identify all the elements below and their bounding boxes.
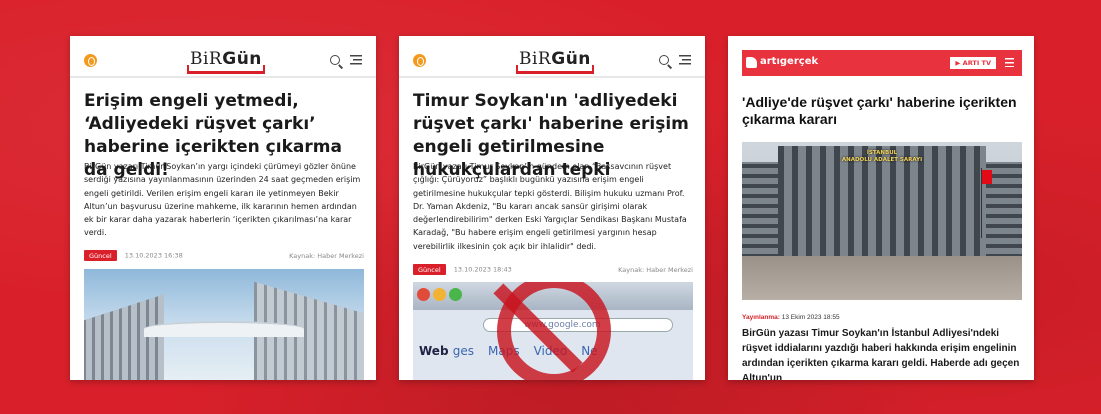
brand-underline [516,65,594,74]
minimize-dot-icon [433,288,446,301]
site-header: BiRGün [399,46,705,78]
search-icon[interactable] [659,55,669,65]
sign-line: ANADOLU ADALET SARAYI [841,157,923,163]
brand-suffix: Gün [551,49,591,69]
article-source: Kaynak: Haber Merkezi [289,252,364,260]
category-tag[interactable]: Güncel [84,250,117,261]
article-date: 13 Ekim 2023 18:55 [781,314,840,321]
article-meta: Güncel 13.10.2023 16:38 Kaynak: Haber Me… [84,250,364,262]
article-summary: BirGün yazası Timur Soykan'ın İstanbul A… [742,328,1020,380]
brand-prefix: BiR [519,49,552,69]
maximize-dot-icon [449,288,462,301]
site-logo[interactable]: BiRGün [516,49,594,74]
article-summary: BirGün yazarı Timur Soykan’ın gündem ola… [413,162,687,251]
brand-underline [187,65,265,74]
news-card-artigercek[interactable]: artıgerçek ▶ ARTI TV 'Adliye'de rüşvet ç… [728,36,1034,380]
article-meta: Yayınlanma: 13 Ekim 2023 18:55 [742,314,1022,321]
menu-icon[interactable] [350,55,362,65]
brand-prefix: BiR [190,49,223,69]
turkish-flag-icon [982,170,992,184]
search-icon[interactable] [330,55,340,65]
article-photo: www.google.com Web gesMapsVideoNe [413,282,693,380]
article-photo [84,269,364,380]
news-card-birgun-1[interactable]: BiRGün Erişim engeli yetmedi, ‘Adliyedek… [70,36,376,380]
category-tag[interactable]: Güncel [413,264,446,275]
arti-tv-button[interactable]: ▶ ARTI TV [950,57,996,69]
article-date: 13.10.2023 16:38 [124,251,183,260]
article-source: Kaynak: Haber Merkezi [618,266,693,274]
birgun-logo-icon[interactable] [84,54,97,67]
browser-link: ges [452,344,474,358]
menu-icon[interactable] [1005,58,1014,67]
courthouse-sign: İSTANBUL ANADOLU ADALET SARAYI [792,150,972,166]
plaza-ground [742,256,1022,300]
brand-suffix: Gün [222,49,262,69]
canopy-roof [144,321,304,337]
sign-line: İSTANBUL [866,150,898,156]
site-header: artıgerçek ▶ ARTI TV [742,50,1022,76]
site-header: BiRGün [70,46,376,78]
article-summary: BirGün yazarı Timur Soykan’ın yargı için… [84,162,361,238]
published-label: Yayınlanma: [742,314,780,321]
artigercek-logo-icon[interactable] [746,57,757,68]
close-dot-icon [417,288,430,301]
menu-icon[interactable] [679,55,691,65]
article-date: 13.10.2023 18:43 [453,265,512,274]
site-logo[interactable]: BiRGün [187,49,265,74]
article-headline[interactable]: 'Adliye'de rüşvet çarkı' haberine içerik… [742,94,1022,128]
building-left [84,294,164,380]
article-photo: İSTANBUL ANADOLU ADALET SARAYI [742,142,1022,300]
site-logo[interactable]: artıgerçek [760,56,818,67]
news-card-birgun-2[interactable]: BiRGün Timur Soykan'ın 'adliyedeki rüşve… [399,36,705,380]
building-wing-left [742,162,782,258]
article-meta: Güncel 13.10.2023 18:43 Kaynak: Haber Me… [413,264,693,276]
web-label: Web [419,344,449,358]
birgun-logo-icon[interactable] [413,54,426,67]
